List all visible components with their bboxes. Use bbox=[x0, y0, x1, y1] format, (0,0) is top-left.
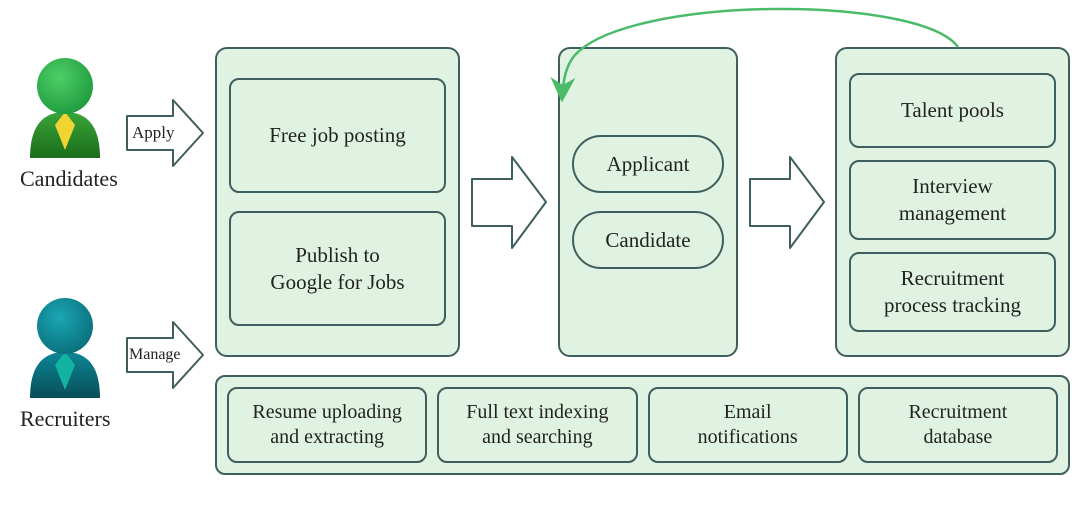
pill-candidate: Candidate bbox=[572, 211, 724, 269]
recruiters-label: Recruiters bbox=[20, 406, 110, 432]
candidate-icon bbox=[20, 50, 110, 160]
tile-talent-pools: Talent pools bbox=[849, 73, 1056, 148]
tile-publish-google-jobs: Publish to Google for Jobs bbox=[229, 211, 446, 326]
tile-recruitment-database: Recruitment database bbox=[858, 387, 1058, 463]
panel-foundation: Resume uploading and extracting Full tex… bbox=[215, 375, 1070, 475]
tile-email-notifications: Email notifications bbox=[648, 387, 848, 463]
tile-resume-uploading: Resume uploading and extracting bbox=[227, 387, 427, 463]
panel-management: Talent pools Interview management Recrui… bbox=[835, 47, 1070, 357]
arrow-icon bbox=[748, 155, 826, 250]
tile-fulltext-indexing: Full text indexing and searching bbox=[437, 387, 637, 463]
tile-free-job-posting: Free job posting bbox=[229, 78, 446, 193]
arrow-icon bbox=[470, 155, 548, 250]
panel-applicant-candidate: Applicant Candidate bbox=[558, 47, 738, 357]
apply-label: Apply bbox=[132, 123, 175, 143]
tile-interview-management: Interview management bbox=[849, 160, 1056, 240]
arrow-apply: Apply bbox=[125, 98, 205, 168]
arrow-manage: Manage bbox=[125, 320, 205, 390]
manage-label: Manage bbox=[129, 346, 181, 364]
candidates-label: Candidates bbox=[20, 166, 110, 192]
actor-recruiters: Recruiters bbox=[20, 290, 110, 432]
arrow-to-applicant bbox=[470, 155, 548, 250]
recruiter-icon bbox=[20, 290, 110, 400]
pill-applicant: Applicant bbox=[572, 135, 724, 193]
panel-job-posting: Free job posting Publish to Google for J… bbox=[215, 47, 460, 357]
actor-candidates: Candidates bbox=[20, 50, 110, 192]
arrow-to-management bbox=[748, 155, 826, 250]
tile-recruitment-tracking: Recruitment process tracking bbox=[849, 252, 1056, 332]
